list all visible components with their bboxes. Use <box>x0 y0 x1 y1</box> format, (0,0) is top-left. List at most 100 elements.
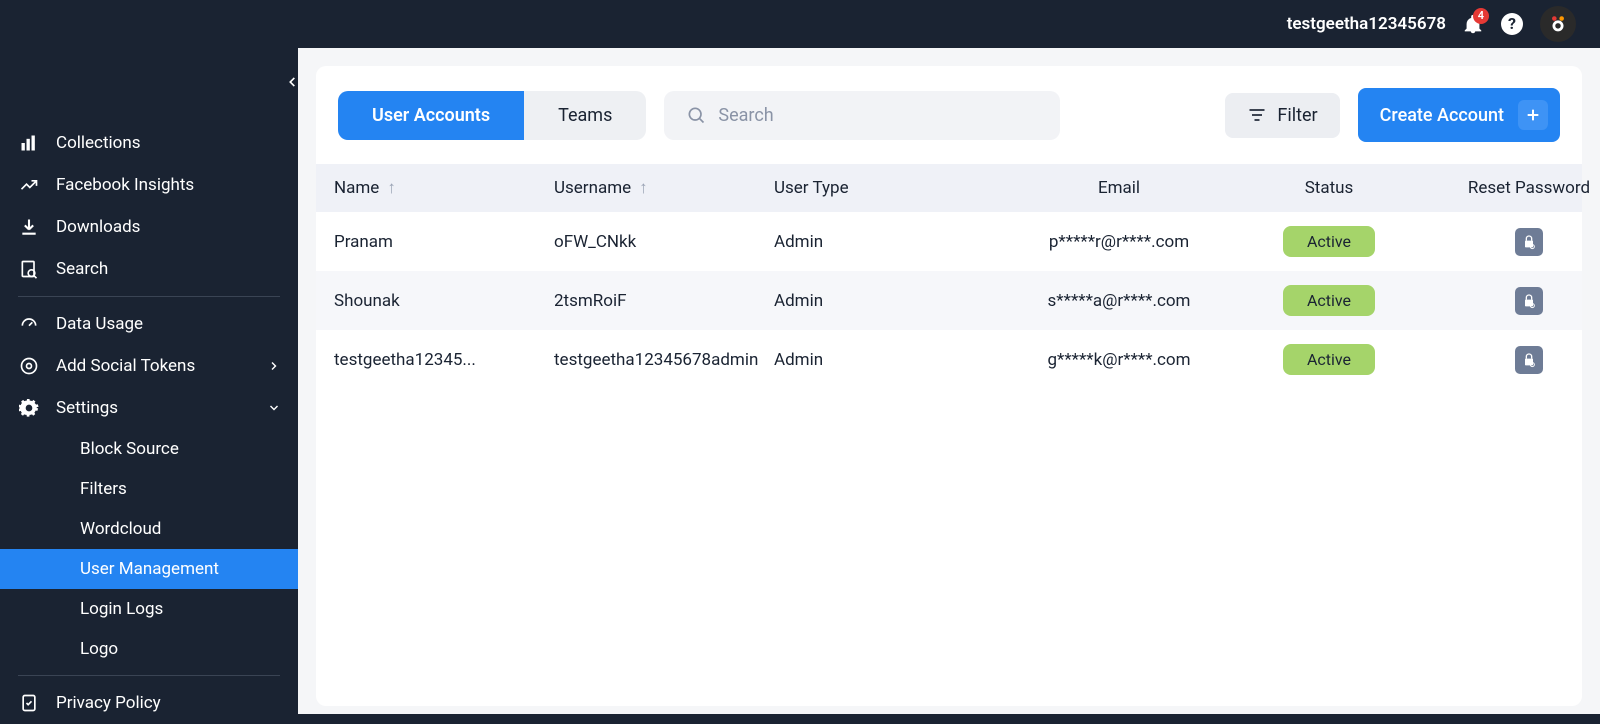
notification-bell[interactable]: 4 <box>1462 13 1484 35</box>
cell-email: p*****r@r****.com <box>994 232 1244 252</box>
notification-badge: 4 <box>1473 8 1489 24</box>
cell-usertype: Admin <box>774 350 994 370</box>
sidebar-item-facebook-insights[interactable]: Facebook Insights <box>0 164 298 206</box>
sidebar-item-downloads[interactable]: Downloads <box>0 206 298 248</box>
create-account-button[interactable]: Create Account <box>1358 88 1560 142</box>
cell-email: g*****k@r****.com <box>994 350 1244 370</box>
help-button[interactable]: ? <box>1500 12 1524 36</box>
sidebar-item-label: Collections <box>56 133 141 153</box>
filter-button[interactable]: Filter <box>1225 93 1339 138</box>
cell-reset <box>1414 228 1600 256</box>
col-status[interactable]: Status <box>1244 178 1414 198</box>
status-badge: Active <box>1283 285 1375 316</box>
sidebar: radarr Collections Facebook Insights Dow… <box>0 0 298 714</box>
cell-status: Active <box>1244 226 1414 257</box>
sidebar-item-label: Downloads <box>56 217 140 237</box>
lock-reset-icon <box>1521 293 1537 309</box>
sidebar-item-settings[interactable]: Settings <box>0 387 298 429</box>
tab-group: User Accounts Teams <box>338 91 646 140</box>
search-icon <box>686 105 706 125</box>
col-usertype[interactable]: User Type <box>774 178 994 198</box>
main-panel: User Accounts Teams Filter Create Accoun… <box>298 48 1600 714</box>
cell-username: oFW_CNkk <box>554 232 774 252</box>
col-email[interactable]: Email <box>994 178 1244 198</box>
sidebar-item-search[interactable]: Search <box>0 248 298 290</box>
sidebar-sub-filters[interactable]: Filters <box>0 469 298 509</box>
table-header: Name↑ Username↑ User Type Email Status R… <box>316 164 1582 212</box>
filter-icon <box>1247 105 1267 125</box>
table-row: Shounak 2tsmRoiF Admin s*****a@r****.com… <box>316 271 1582 330</box>
sidebar-sub-block-source[interactable]: Block Source <box>0 429 298 469</box>
download-icon <box>18 217 40 237</box>
user-table: Name↑ Username↑ User Type Email Status R… <box>316 164 1582 389</box>
sidebar-item-label: Facebook Insights <box>56 175 194 195</box>
nav-divider <box>18 296 280 297</box>
sidebar-item-label: Data Usage <box>56 314 143 334</box>
sort-arrow-up-icon: ↑ <box>387 178 396 198</box>
cell-username: 2tsmRoiF <box>554 291 774 311</box>
privacy-icon <box>18 693 40 713</box>
collections-icon <box>18 133 40 153</box>
nav-divider <box>18 675 280 676</box>
sidebar-item-label: Add Social Tokens <box>56 356 195 376</box>
table-row: testgeetha12345... testgeetha12345678adm… <box>316 330 1582 389</box>
toolbar: User Accounts Teams Filter Create Accoun… <box>316 66 1582 164</box>
token-icon <box>18 356 40 376</box>
sidebar-item-privacy-policy[interactable]: Privacy Policy <box>0 682 298 724</box>
col-username[interactable]: Username↑ <box>554 178 774 198</box>
sidebar-sub-logo[interactable]: Logo <box>0 629 298 669</box>
sidebar-sub-wordcloud[interactable]: Wordcloud <box>0 509 298 549</box>
cell-usertype: Admin <box>774 232 994 252</box>
cell-status: Active <box>1244 344 1414 375</box>
sidebar-nav: Collections Facebook Insights Downloads … <box>0 122 298 724</box>
sidebar-item-add-social-tokens[interactable]: Add Social Tokens <box>0 345 298 387</box>
avatar[interactable] <box>1540 6 1576 42</box>
cell-name: testgeetha12345... <box>334 350 554 370</box>
plus-icon <box>1518 100 1548 130</box>
insights-icon <box>18 175 40 195</box>
status-badge: Active <box>1283 344 1375 375</box>
lock-reset-icon <box>1521 352 1537 368</box>
tab-teams[interactable]: Teams <box>524 91 646 140</box>
lock-reset-icon <box>1521 234 1537 250</box>
sidebar-sub-user-management[interactable]: User Management <box>0 549 298 589</box>
chevron-right-icon <box>268 360 280 372</box>
sidebar-item-collections[interactable]: Collections <box>0 122 298 164</box>
cell-reset <box>1414 287 1600 315</box>
sidebar-item-label: Privacy Policy <box>56 693 161 713</box>
sidebar-item-label: Search <box>56 259 108 279</box>
settings-submenu: Block Source Filters Wordcloud User Mana… <box>0 429 298 669</box>
svg-text:?: ? <box>1508 14 1516 33</box>
cell-reset <box>1414 346 1600 374</box>
top-bar: testgeetha12345678 4 ? <box>0 0 1600 48</box>
cell-name: Pranam <box>334 232 554 252</box>
cell-email: s*****a@r****.com <box>994 291 1244 311</box>
cell-name: Shounak <box>334 291 554 311</box>
table-row: Pranam oFW_CNkk Admin p*****r@r****.com … <box>316 212 1582 271</box>
chevron-down-icon <box>268 402 280 414</box>
col-reset[interactable]: Reset Password <box>1414 178 1600 198</box>
cell-username: testgeetha12345678admin <box>554 350 774 370</box>
cell-usertype: Admin <box>774 291 994 311</box>
chevron-left-icon <box>285 75 299 89</box>
search-box[interactable] <box>664 91 1060 140</box>
searchdoc-icon <box>18 259 40 279</box>
avatar-icon <box>1547 13 1569 35</box>
reset-password-button[interactable] <box>1515 287 1543 315</box>
current-user-label: testgeetha12345678 <box>1287 14 1446 34</box>
reset-password-button[interactable] <box>1515 346 1543 374</box>
status-badge: Active <box>1283 226 1375 257</box>
help-icon: ? <box>1500 12 1524 36</box>
sort-arrow-up-icon: ↑ <box>639 178 648 198</box>
search-input[interactable] <box>718 105 1038 126</box>
col-name[interactable]: Name↑ <box>334 178 554 198</box>
sidebar-item-data-usage[interactable]: Data Usage <box>0 303 298 345</box>
sidebar-sub-login-logs[interactable]: Login Logs <box>0 589 298 629</box>
tab-user-accounts[interactable]: User Accounts <box>338 91 524 140</box>
gear-icon <box>18 398 40 418</box>
content-card: User Accounts Teams Filter Create Accoun… <box>316 66 1582 706</box>
reset-password-button[interactable] <box>1515 228 1543 256</box>
gauge-icon <box>18 314 40 334</box>
cell-status: Active <box>1244 285 1414 316</box>
sidebar-collapse-button[interactable] <box>280 70 304 94</box>
